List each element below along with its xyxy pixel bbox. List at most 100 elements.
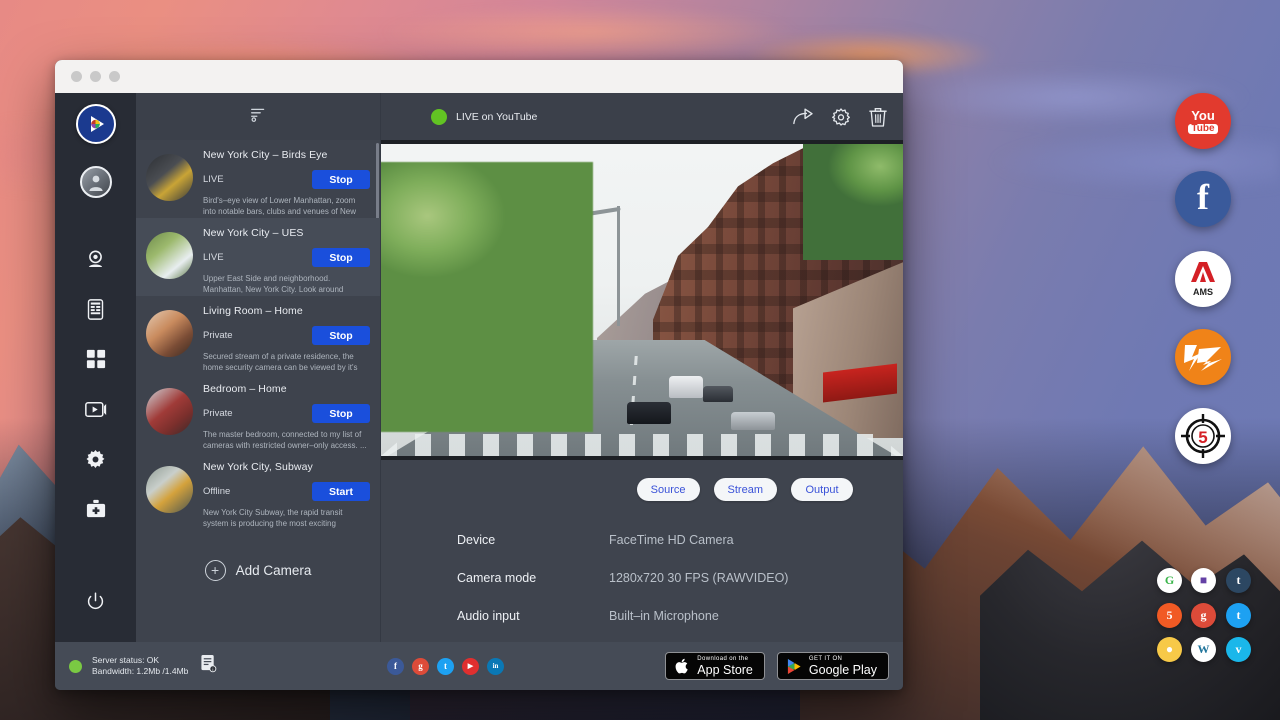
server-status-dot	[69, 660, 82, 673]
video-suv	[703, 386, 733, 402]
social-twitter-icon[interactable]: t	[437, 658, 454, 675]
google-play-main: Google Play	[809, 663, 877, 677]
google-play-sub: GET IT ON	[809, 656, 877, 663]
info-value[interactable]: FaceTime HD Camera	[609, 533, 734, 547]
delete-button[interactable]	[869, 107, 887, 127]
sidebar-item-cameras[interactable]	[55, 234, 136, 284]
first-aid-kit-icon	[85, 499, 107, 519]
server-status-line: Server status: OK	[92, 655, 188, 666]
info-label: Device	[457, 533, 609, 547]
gear-icon	[85, 449, 106, 470]
desktop-mini-icon-livestream[interactable]: ●	[1157, 637, 1182, 662]
camera-list-item[interactable]: New York City – Birds EyeLIVEStopBird's–…	[136, 140, 380, 218]
google-play-badge[interactable]: GET IT ON Google Play	[777, 652, 889, 680]
desktop-mini-icon-twitter[interactable]: t	[1226, 603, 1251, 628]
close-button[interactable]	[71, 71, 82, 82]
sort-filter-icon[interactable]	[250, 106, 267, 128]
camera-list-item[interactable]: New York City, SubwayOfflineStartNew Yor…	[136, 452, 380, 530]
camera-list-item[interactable]: New York City – UESLIVEStopUpper East Si…	[136, 218, 380, 296]
camera-item-body: Living Room – HomePrivateStopSecured str…	[203, 305, 370, 374]
minimize-button[interactable]	[90, 71, 101, 82]
desktop-icon-adobe-ams[interactable]: AMS	[1175, 251, 1231, 307]
camera-description: New York City Subway, the rapid transit …	[203, 508, 370, 529]
video-tree-right	[803, 140, 903, 260]
video-crosswalk	[381, 434, 903, 456]
desktop-icon-flash-media-server-5[interactable]: 5	[1175, 408, 1231, 464]
camera-list-panel: New York City – Birds EyeLIVEStopBird's–…	[136, 93, 381, 642]
settings-button[interactable]	[831, 107, 851, 127]
camera-description: The master bedroom, connected to my list…	[203, 430, 370, 451]
user-avatar[interactable]	[80, 166, 112, 198]
source-info-table: DeviceFaceTime HD Camera Camera mode1280x…	[381, 501, 903, 647]
camera-status: LIVE	[203, 174, 224, 185]
app-store-badges: Download on the App Store GET IT ON Goog…	[665, 652, 889, 680]
video-preview[interactable]	[381, 140, 903, 460]
desktop-mini-icon-grabyo[interactable]: G	[1157, 568, 1182, 593]
tab-output[interactable]: Output	[791, 478, 853, 501]
sidebar-item-settings[interactable]	[55, 434, 136, 484]
camera-title: Bedroom – Home	[203, 383, 370, 395]
camera-thumbnail	[146, 466, 193, 513]
social-facebook-icon[interactable]: f	[387, 658, 404, 675]
desktop-mini-icon-tumblr[interactable]: t	[1226, 568, 1251, 593]
desktop-mini-icon-twitch[interactable]: ■	[1191, 568, 1216, 593]
window-body: New York City – Birds EyeLIVEStopBird's–…	[55, 93, 903, 642]
add-camera-button[interactable]: + Add Camera	[136, 540, 380, 600]
info-value[interactable]: Built–in Microphone	[609, 609, 719, 623]
window-titlebar	[55, 60, 903, 93]
camera-list-item[interactable]: Living Room – HomePrivateStopSecured str…	[136, 296, 380, 374]
detail-toolbar: LIVE on YouTube	[381, 93, 903, 140]
social-linkedin-icon[interactable]: in	[487, 658, 504, 675]
camera-status: Private	[203, 330, 233, 341]
adobe-ams-logo: AMS	[1190, 261, 1216, 297]
camera-title: Living Room – Home	[203, 305, 370, 317]
camera-action-button[interactable]: Start	[312, 482, 370, 501]
desktop-mini-icon-wordpress[interactable]: W	[1191, 637, 1216, 662]
desktop-icon-wowza[interactable]	[1175, 329, 1231, 385]
sidebar-item-devices[interactable]	[55, 284, 136, 334]
camera-title: New York City – Birds Eye	[203, 149, 370, 161]
share-button[interactable]	[792, 107, 813, 126]
camera-status-row: OfflineStart	[203, 482, 370, 501]
social-google-plus-icon[interactable]: g	[412, 658, 429, 675]
camera-list-item[interactable]: Bedroom – Home Private Stop The master bedr…	[136, 374, 380, 452]
sidebar-item-dashboard[interactable]	[55, 334, 136, 384]
sidebar-item-support[interactable]	[55, 484, 136, 534]
camera-action-button[interactable]: Stop	[312, 404, 370, 423]
video-car-silver	[731, 412, 775, 430]
sidebar-item-recordings[interactable]	[55, 384, 136, 434]
social-youtube-icon[interactable]: ▶	[462, 658, 479, 675]
camera-detail-panel: LIVE on YouTube	[381, 93, 903, 642]
desktop-mini-icon-flash-media[interactable]: 5	[1157, 603, 1182, 628]
info-value[interactable]: 1280x720 30 FPS (RAWVIDEO)	[609, 571, 788, 585]
sidebar-item-power[interactable]	[55, 576, 136, 626]
tab-source[interactable]: Source	[637, 478, 700, 501]
camera-status-row: LIVE Stop	[203, 170, 370, 189]
grid-icon	[86, 349, 106, 369]
share-icon	[792, 107, 813, 126]
camera-status: LIVE	[203, 252, 224, 263]
add-camera-label: Add Camera	[236, 563, 312, 578]
maximize-button[interactable]	[109, 71, 120, 82]
info-row: Camera mode1280x720 30 FPS (RAWVIDEO)	[457, 571, 903, 585]
camera-status-row: LIVE Stop	[203, 248, 370, 267]
desktop-icon-youtube[interactable]: YouTube	[1175, 93, 1231, 149]
tab-stream[interactable]: Stream	[714, 478, 777, 501]
video-car-dark	[627, 402, 671, 424]
app-logo-play-icon[interactable]	[76, 104, 116, 144]
log-document-icon[interactable]: i	[200, 654, 217, 678]
camera-action-button[interactable]: Stop	[312, 248, 370, 267]
app-store-badge[interactable]: Download on the App Store	[665, 652, 765, 680]
detail-tabs: Source Stream Output	[381, 460, 903, 501]
desktop-mini-icon-google-plus[interactable]: g	[1191, 603, 1216, 628]
desktop-icon-facebook[interactable]: f	[1175, 171, 1231, 227]
camera-action-button[interactable]: Stop	[312, 170, 370, 189]
camera-status: Private	[203, 408, 233, 419]
camera-item-body: New York City – Birds EyeLIVEStopBird's–…	[203, 149, 370, 218]
google-play-icon	[787, 658, 802, 675]
camera-list[interactable]: New York City – Birds EyeLIVEStopBird's–…	[136, 140, 380, 642]
desktop-mini-icon-vimeo[interactable]: v	[1226, 637, 1251, 662]
info-label: Audio input	[457, 609, 609, 623]
info-row: DeviceFaceTime HD Camera	[457, 533, 903, 547]
camera-action-button[interactable]: Stop	[312, 326, 370, 345]
